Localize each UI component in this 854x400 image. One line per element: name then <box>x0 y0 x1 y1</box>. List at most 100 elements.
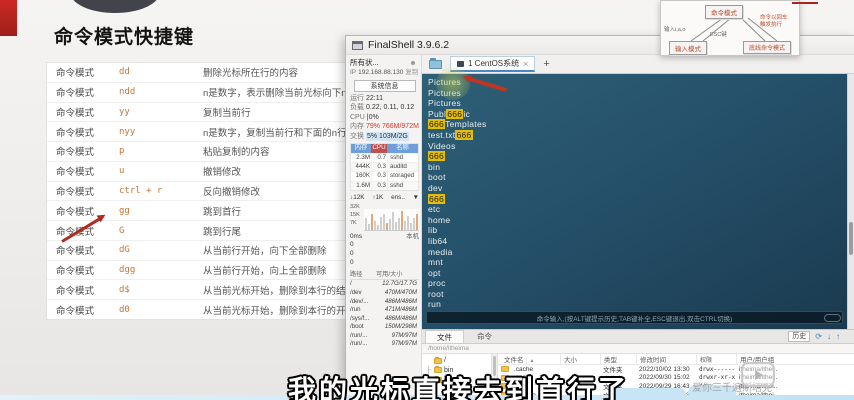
column-perm[interactable]: 权限 <box>696 354 736 364</box>
tab-files[interactable]: 文件 <box>425 330 464 343</box>
disk-size: 471M/486M <box>384 306 417 314</box>
file-permissions: drwx------ <box>699 365 736 373</box>
shortcut-description-cell: 跳到行尾 <box>203 226 242 238</box>
copy-ip-button[interactable]: 复制 <box>405 68 418 78</box>
process-cpu: 0.3 <box>371 172 387 181</box>
column-mtime[interactable]: 修改时间 <box>636 354 696 364</box>
net-interface: ens.. <box>391 194 405 202</box>
net-graph-bar <box>374 220 376 230</box>
shortcut-table-row: 命令模式 dgg 从当前行开始，向上全部删除 <box>47 259 345 280</box>
shortcut-description-cell: 从当前光标开始，删除到本行的开头 <box>203 305 345 317</box>
shortcut-command-cell: G <box>119 225 125 236</box>
disk-size: 486M/486M <box>384 297 417 305</box>
shortcut-command-cell: ctrl + r <box>119 185 163 196</box>
shortcut-table-row: 命令模式 gg 跳到首行 <box>47 200 345 220</box>
chevron-down-icon[interactable]: ▼ <box>413 193 419 203</box>
slide-red-corner-decoration <box>0 0 17 36</box>
disk-row: / 12.7G/17.7G <box>350 280 419 289</box>
terminal-text: run <box>428 299 442 310</box>
terminal-text: media <box>428 246 453 257</box>
shortcut-table-row: 命令模式 u 撤销修改 <box>47 160 345 181</box>
process-row: 2.3M 0.7 sshd <box>351 152 418 162</box>
download-icon[interactable]: ↓ <box>827 332 831 341</box>
shortcut-mode-cell: 命令模式 <box>56 186 95 198</box>
terminal-scrollbar[interactable] <box>847 74 854 329</box>
ip-row: IP 192.168.88.130 复制 <box>350 68 419 78</box>
tab-command[interactable]: 命令 <box>466 330 503 343</box>
ping-host-selector[interactable]: 本机 <box>406 233 419 242</box>
process-header-cpu[interactable]: CPU <box>371 144 387 153</box>
disk-table-header[interactable]: 路径 可用/大小 <box>350 271 419 281</box>
disk-row: /dev 470M/470M <box>350 289 419 298</box>
scrollbar-thumb[interactable] <box>849 221 853 256</box>
terminal-text: lib64 <box>428 235 448 246</box>
shortcut-command-cell: dd <box>119 67 130 78</box>
swap-label: 交换 <box>350 132 364 140</box>
shortcut-mode-cell: 命令模式 <box>56 88 95 100</box>
network-summary-row[interactable]: ↓12K ↑1K ens.. ▼ <box>350 193 419 203</box>
tree-item[interactable]: / <box>426 356 491 366</box>
status-dot-icon <box>411 60 415 65</box>
process-row: 444K 0.3 auditd <box>351 161 418 172</box>
search-highlight: 666 <box>428 151 446 162</box>
close-tab-icon[interactable]: × <box>523 59 528 69</box>
diagram-label-enter: 命令以回车 触发执行 <box>760 15 788 29</box>
ip-value: 192.168.88.130 <box>358 69 404 76</box>
path-breadcrumb[interactable]: /home/itheima <box>422 344 854 354</box>
uptime-label: 运行 <box>350 94 364 102</box>
search-highlight: 666 <box>446 108 464 119</box>
shortcut-mode-cell: 命令模式 <box>56 147 95 159</box>
process-table-header[interactable]: 内存 CPU 名称 <box>351 144 418 153</box>
net-graph-bar <box>410 222 412 230</box>
process-header-name[interactable]: 名称 <box>387 144 418 153</box>
terminal-line: bin <box>428 162 487 173</box>
disk-header-size[interactable]: 可用/大小 <box>376 271 402 280</box>
disk-header-path[interactable]: 路径 <box>350 271 376 280</box>
load-label: 负载 <box>350 104 364 111</box>
process-mem: 160K <box>355 172 370 180</box>
terminal-text: home <box>428 214 451 225</box>
play-button[interactable] <box>741 362 775 387</box>
diagram-box-command-mode: 命令模式 <box>705 5 743 19</box>
system-info-button[interactable]: 系统信息 <box>353 79 416 92</box>
shortcut-table-row: 命令模式 d0 从当前光标开始，删除到本行的开头 <box>47 299 345 319</box>
shortcut-mode-cell: 命令模式 <box>56 127 95 139</box>
load-row: 负载 0.22, 0.11, 0.12 <box>350 103 419 113</box>
file-list-header[interactable]: 文件名 ▲ 大小 类型 修改时间 权限 用户/用户组 <box>498 354 854 365</box>
uptime-row: 运行 22:11 <box>350 94 419 104</box>
finalshell-window: FinalShell 3.9.6.2 所有状... IP 192.168.88.… <box>345 35 854 400</box>
terminal-text: Videos <box>428 140 456 151</box>
terminal[interactable]: Pictures Pictures Pictures Publ666ic 666… <box>422 74 854 329</box>
uptime-value: 22:11 <box>366 94 383 102</box>
process-header-mem[interactable]: 内存 <box>351 144 371 153</box>
terminal-text: lib <box>428 225 438 236</box>
column-name-label: 文件名 <box>504 357 524 364</box>
connections-folder-icon[interactable] <box>429 57 442 69</box>
search-highlight: 666 <box>428 119 446 130</box>
disk-row: /run 471M/486M <box>350 306 419 315</box>
new-tab-button[interactable]: + <box>543 58 549 70</box>
terminal-line: home <box>428 215 487 226</box>
column-name[interactable]: 文件名 ▲ <box>498 354 560 364</box>
ping-row: 0 <box>350 259 419 268</box>
command-input-bar[interactable]: 命令输入,(按ALT键提示历史,TAB键补全,ESC键退出,双击CTRL切换) <box>426 311 843 324</box>
history-button[interactable]: 历史 <box>788 331 811 342</box>
terminal-line: opt <box>428 268 487 279</box>
connection-label: 所有状... <box>350 58 379 67</box>
process-mem: 1.6M <box>356 181 370 189</box>
monitor-sidebar: 所有状... IP 192.168.88.130 复制 系统信息 运行 22:1… <box>346 55 422 399</box>
net-graph-bar <box>401 210 403 230</box>
connection-selector[interactable]: 所有状... <box>350 57 419 68</box>
shortcut-description-cell: 粘贴复制的内容 <box>203 147 270 159</box>
file-panel-tabs: 文件 命令 历史 ⟳ ↓ ↑ <box>422 330 854 344</box>
net-graph-bar <box>368 223 370 230</box>
net-graph-bars <box>364 208 419 231</box>
column-type[interactable]: 类型 <box>600 354 636 364</box>
net-graph-bar <box>365 217 367 230</box>
shortcut-command-cell: p <box>119 146 125 157</box>
net-graph-bar <box>389 218 391 230</box>
channel-logo <box>70 0 160 13</box>
upload-icon[interactable]: ↑ <box>836 332 840 341</box>
refresh-icon[interactable]: ⟳ <box>815 332 822 341</box>
column-size[interactable]: 大小 <box>560 354 600 364</box>
